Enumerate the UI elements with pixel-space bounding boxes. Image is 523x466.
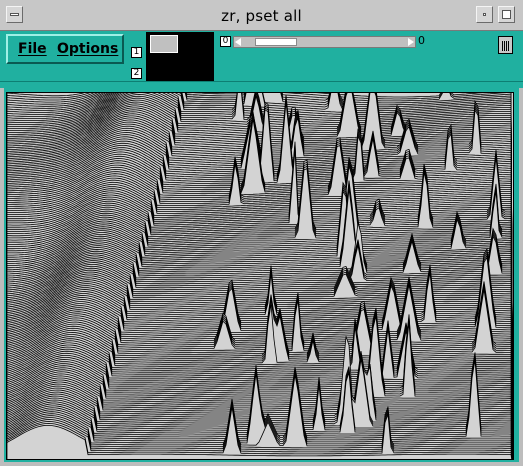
control-panel: File Options 1 2 0 0 [0, 31, 523, 88]
menu-bar: File Options [6, 34, 124, 64]
window-title: zr, pset all [221, 7, 302, 25]
layer-0-button[interactable]: 0 [220, 36, 231, 47]
minimize-icon[interactable] [476, 6, 493, 23]
color-preview-swatch [150, 35, 178, 53]
color-preview[interactable] [146, 32, 214, 81]
options-menu[interactable]: Options [57, 41, 118, 57]
surface-plot-canvas [7, 93, 513, 459]
slider-left-arrow-icon[interactable] [235, 38, 241, 46]
panel-divider [0, 81, 523, 82]
layer-1-button[interactable]: 1 [131, 47, 142, 58]
title-bar[interactable]: zr, pset all [0, 0, 523, 31]
slider-thumb[interactable] [255, 38, 297, 46]
surface-lines [7, 93, 513, 459]
surface-plot[interactable] [6, 92, 514, 460]
maximize-icon[interactable] [498, 6, 515, 23]
layer-2-button[interactable]: 2 [131, 68, 142, 79]
application-window: zr, pset all File Options 1 2 0 0 [0, 0, 523, 466]
pset-slider[interactable] [233, 36, 416, 48]
slider-value: 0 [418, 34, 425, 47]
file-menu[interactable]: File [18, 41, 47, 57]
lock-icon[interactable] [498, 36, 513, 54]
slider-right-arrow-icon[interactable] [408, 38, 414, 46]
